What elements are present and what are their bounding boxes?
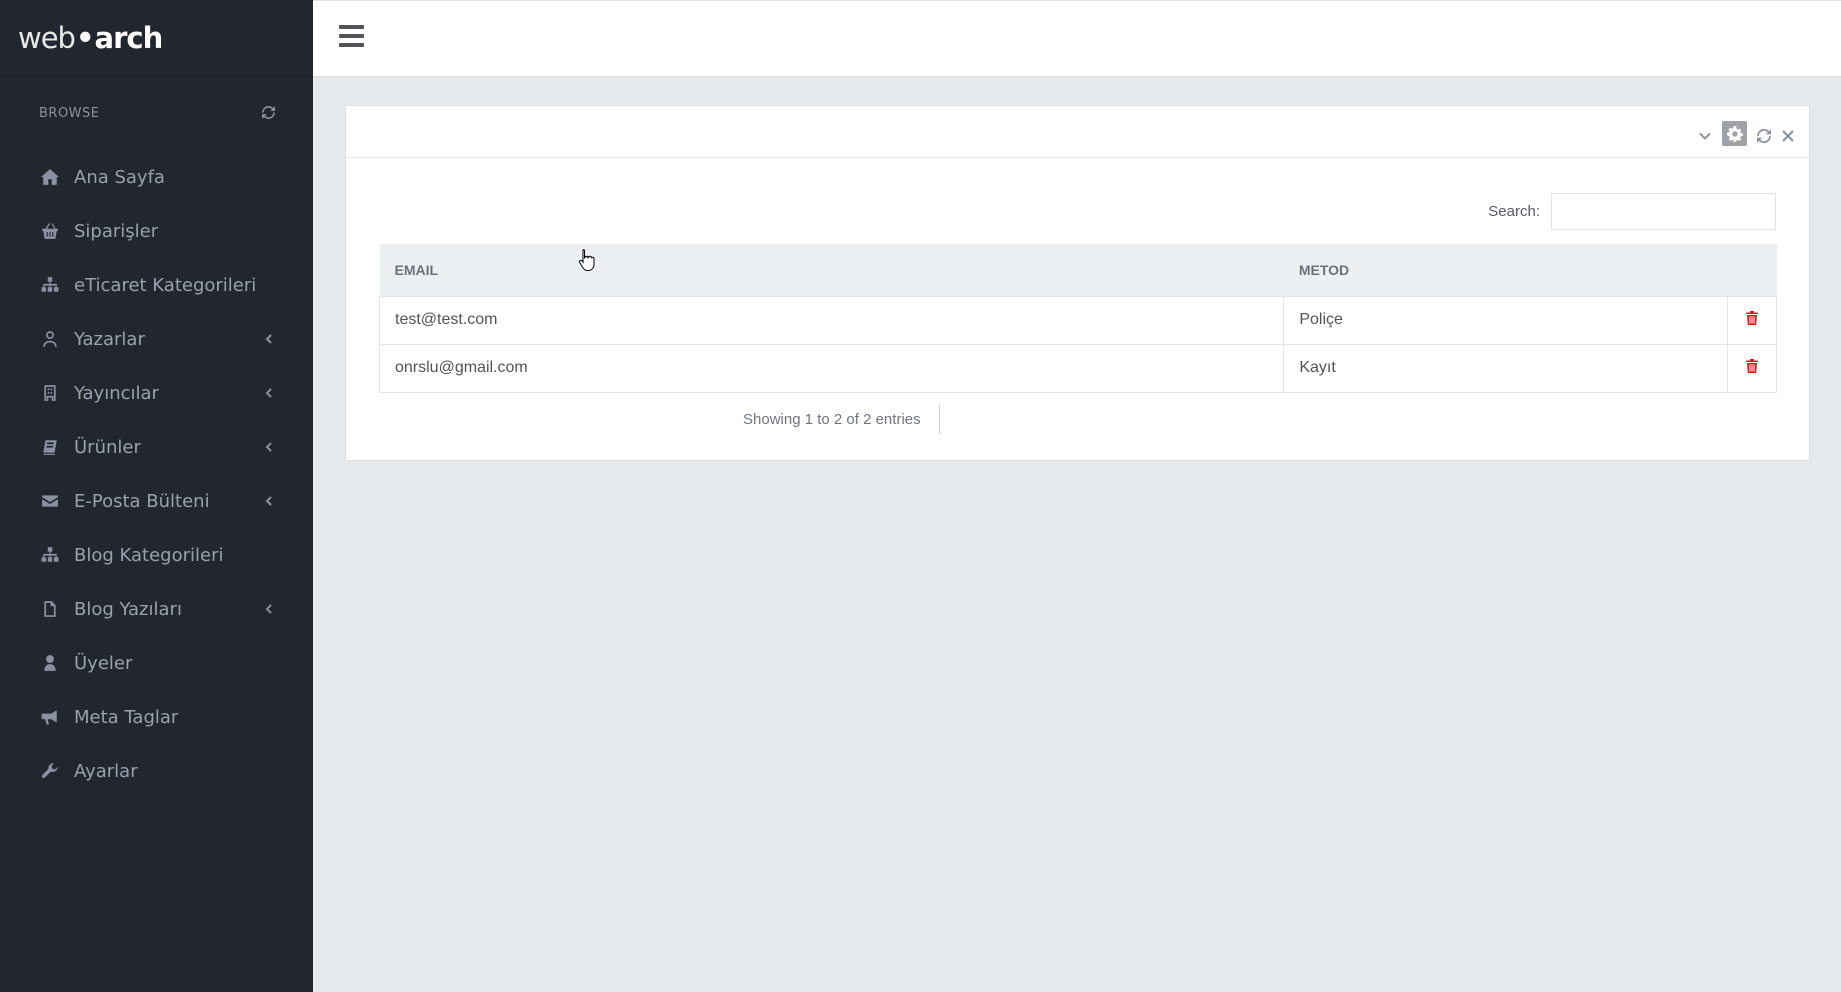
sidebar-item-yayincilar[interactable]: Yayıncılar xyxy=(0,366,313,420)
column-header-email[interactable]: EMAIL xyxy=(379,244,1284,297)
sidebar-item-urunler[interactable]: Ürünler xyxy=(0,420,313,474)
search-input[interactable] xyxy=(1551,193,1776,230)
chevron-left-icon xyxy=(263,437,275,458)
column-header-actions xyxy=(1727,244,1777,297)
cell-actions xyxy=(1727,344,1777,393)
panel-tools xyxy=(1698,121,1795,146)
book-icon xyxy=(40,437,60,457)
sidebar-item-label: Yazarlar xyxy=(74,328,145,350)
table-row: onrslu@gmail.com Kayıt xyxy=(378,344,1777,393)
sidebar-item-label: Ürünler xyxy=(74,436,141,458)
hand-cursor-icon xyxy=(579,249,595,271)
sidebar-item-meta-taglar[interactable]: Meta Taglar xyxy=(0,690,313,744)
logo-text-part2: arch xyxy=(94,21,164,55)
sidebar-item-label: Üyeler xyxy=(74,652,133,674)
table-info-text: Showing 1 to 2 of 2 entries xyxy=(743,404,940,434)
reload-icon[interactable] xyxy=(1757,129,1771,143)
building-icon xyxy=(40,383,60,403)
sidebar-item-label: Meta Taglar xyxy=(74,706,179,728)
file-icon xyxy=(40,599,60,619)
sidebar-item-e-posta-bulteni[interactable]: E-Posta Bülteni xyxy=(0,474,313,528)
gear-icon[interactable] xyxy=(1722,121,1747,146)
search-label: Search: xyxy=(1488,203,1540,220)
user-outline-icon xyxy=(40,329,60,349)
sidebar-item-blog-kategorileri[interactable]: Blog Kategorileri xyxy=(0,528,313,582)
search-row: Search: xyxy=(1488,193,1776,230)
chevron-left-icon xyxy=(263,599,275,620)
sidebar-item-label: Siparişler xyxy=(74,220,159,242)
content-panel: Search: EMAIL METOD test@test.com Poliçe xyxy=(345,105,1810,461)
cell-email: onrslu@gmail.com xyxy=(378,344,1285,393)
refresh-icon[interactable] xyxy=(262,105,275,122)
user-icon xyxy=(40,653,60,673)
table-row: test@test.com Poliçe xyxy=(378,296,1777,345)
basket-icon xyxy=(40,221,60,241)
envelope-icon xyxy=(40,491,60,511)
wrench-icon xyxy=(40,761,60,781)
sidebar-item-blog-yazilari[interactable]: Blog Yazıları xyxy=(0,582,313,636)
sidebar-item-label: eTicaret Kategorileri xyxy=(74,274,257,296)
sidebar-item-label: E-Posta Bülteni xyxy=(74,490,210,512)
sidebar: web • arch BROWSE Ana Sayfa Siparişler eTi… xyxy=(0,0,313,992)
collapse-chevron-icon[interactable] xyxy=(1698,129,1712,143)
panel-header xyxy=(346,106,1809,158)
sidebar-item-ana-sayfa[interactable]: Ana Sayfa xyxy=(0,150,313,204)
sidebar-item-ayarlar[interactable]: Ayarlar xyxy=(0,744,313,798)
logo[interactable]: web • arch xyxy=(0,0,313,77)
sidebar-item-label: Blog Yazıları xyxy=(74,598,182,620)
sitemap-icon xyxy=(40,275,60,295)
sidebar-item-label: Blog Kategorileri xyxy=(74,544,224,566)
browse-row: BROWSE xyxy=(0,77,313,150)
hamburger-menu-icon[interactable] xyxy=(339,25,364,47)
sidebar-item-yazarlar[interactable]: Yazarlar xyxy=(0,312,313,366)
home-icon xyxy=(40,167,60,187)
sidebar-item-eticaret-kategorileri[interactable]: eTicaret Kategorileri xyxy=(0,258,313,312)
sidebar-item-label: Yayıncılar xyxy=(74,382,159,404)
chevron-left-icon xyxy=(263,491,275,512)
sitemap-icon xyxy=(40,545,60,565)
close-icon[interactable] xyxy=(1781,129,1795,143)
delete-trash-icon[interactable] xyxy=(1746,358,1758,377)
cell-actions xyxy=(1727,296,1777,345)
delete-trash-icon[interactable] xyxy=(1746,310,1758,329)
cell-metod: Kayıt xyxy=(1283,344,1729,393)
sidebar-item-label: Ana Sayfa xyxy=(74,166,165,188)
chevron-left-icon xyxy=(263,383,275,404)
column-header-metod[interactable]: METOD xyxy=(1283,244,1728,297)
sidebar-item-uyeler[interactable]: Üyeler xyxy=(0,636,313,690)
chevron-left-icon xyxy=(263,329,275,350)
bullhorn-icon xyxy=(40,707,60,727)
browse-label: BROWSE xyxy=(39,106,100,121)
top-header xyxy=(313,0,1841,77)
cell-metod: Poliçe xyxy=(1283,296,1729,345)
logo-text-part1: web xyxy=(18,21,76,55)
logo-dot: • xyxy=(75,21,95,55)
sidebar-item-label: Ayarlar xyxy=(74,760,138,782)
sidebar-item-siparisler[interactable]: Siparişler xyxy=(0,204,313,258)
sidebar-menu: Ana Sayfa Siparişler eTicaret Kategorile… xyxy=(0,150,313,798)
cell-email: test@test.com xyxy=(378,296,1285,345)
